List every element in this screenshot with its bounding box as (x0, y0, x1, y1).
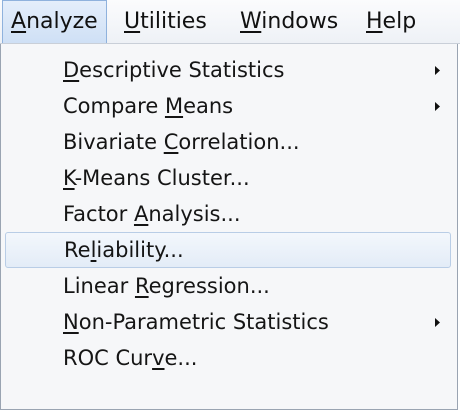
menubar-analyze-mnemonic: A (11, 9, 27, 34)
menu-item-label: orrelation... (178, 130, 300, 154)
menubar-analyze-label: nalyze (26, 9, 98, 34)
menubar-help-label: elp (382, 9, 417, 34)
menubar-help-mnemonic: H (366, 9, 383, 34)
menu-item-compare-means[interactable]: Compare Means (5, 88, 451, 124)
menu-item-label-pre: Factor (63, 202, 134, 226)
menu-item-reliability[interactable]: Reliability... (5, 232, 451, 268)
menu-item-label: on-Parametric Statistics (78, 310, 329, 334)
menu-item-label-pre: Compare (63, 94, 165, 118)
menu-item-label-pre: Linear (63, 274, 135, 298)
submenu-arrow-icon (434, 88, 441, 124)
menubar-windows[interactable]: Windows (232, 0, 346, 43)
menubar-windows-mnemonic: W (240, 9, 262, 34)
submenu-arrow-icon (434, 52, 441, 88)
menu-item-label: iability... (96, 238, 184, 262)
menu-item-label: nalysis... (148, 202, 241, 226)
menu-item-non-parametric-statistics[interactable]: Non-Parametric Statistics (5, 304, 451, 340)
menubar-help[interactable]: Help (358, 0, 424, 43)
menu-item-label: -Means Cluster... (74, 166, 250, 190)
menu-item-mnemonic: R (134, 274, 149, 298)
menu-item-label: egression... (148, 274, 270, 298)
menu-item-label-pre: Re (64, 238, 91, 262)
menubar-utilities[interactable]: Utilities (116, 0, 215, 43)
menu-item-mnemonic: C (163, 130, 179, 154)
menubar-utilities-label: tilities (140, 9, 207, 34)
menu-item-label: e... (164, 346, 198, 370)
menu-item-mnemonic: A (133, 202, 149, 226)
menu-item-mnemonic: N (63, 310, 79, 334)
menu-item-roc-curve[interactable]: ROC Curve... (5, 340, 451, 376)
menubar-windows-label: indows (261, 9, 339, 34)
menu-item-bivariate-correlation[interactable]: Bivariate Correlation... (5, 124, 451, 160)
menu-bar: Analyze Utilities Windows Help (0, 0, 460, 44)
menubar-analyze[interactable]: Analyze (2, 0, 107, 43)
menu-item-label: eans (183, 94, 234, 118)
menu-item-linear-regression[interactable]: Linear Regression... (5, 268, 451, 304)
menu-item-label-pre: ROC Cur (63, 346, 153, 370)
menu-item-descriptive-statistics[interactable]: Descriptive Statistics (5, 52, 451, 88)
menu-item-mnemonic: v (152, 346, 165, 370)
menu-item-mnemonic: K (63, 166, 75, 190)
submenu-arrow-icon (434, 304, 441, 340)
menubar-utilities-mnemonic: U (124, 9, 141, 34)
menu-item-k-means-cluster[interactable]: K-Means Cluster... (5, 160, 451, 196)
menu-item-label: escriptive Statistics (79, 58, 285, 82)
menu-item-mnemonic: D (63, 58, 80, 82)
menu-item-factor-analysis[interactable]: Factor Analysis... (5, 196, 451, 232)
analyze-dropdown-menu: Descriptive Statistics Compare Means Biv… (0, 44, 458, 410)
menu-item-label-pre: Bivariate (63, 130, 164, 154)
menu-item-mnemonic: M (164, 94, 184, 118)
